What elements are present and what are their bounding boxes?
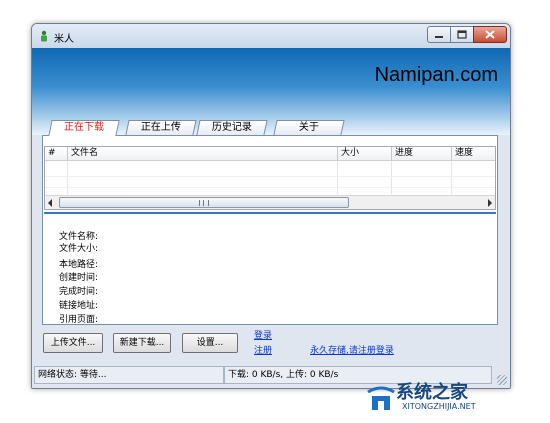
detail-label-filesize: 文件大小: (59, 244, 99, 254)
tab-label: 历史记录 (211, 122, 252, 133)
maximize-icon (457, 30, 467, 39)
grid-line (67, 161, 68, 194)
app-icon (41, 30, 47, 42)
brand-text: Namipan.com (374, 64, 498, 86)
tab-label: 关于 (298, 122, 319, 133)
network-status: 网络状态: 等待... (34, 366, 224, 384)
tab-history[interactable]: 历史记录 (196, 120, 268, 135)
detail-label-link: 链接地址: (59, 301, 99, 311)
register-link[interactable]: 注册 (254, 346, 272, 357)
download-list[interactable]: # 文件名 大小 进度 速度 (44, 146, 496, 210)
column-header-speed[interactable]: 速度 (452, 147, 495, 161)
detail-label-created: 创建时间: (59, 273, 99, 283)
grid-line (337, 161, 338, 194)
watermark-logo-icon (367, 386, 395, 410)
scroll-left-icon[interactable] (48, 199, 52, 207)
main-window: 米人 Namipan.com 正在下载 正在上传 历史记录 关于 # 文件名 大… (31, 23, 511, 389)
grid-line (451, 161, 452, 194)
detail-label-referrer: 引用页面: (59, 315, 99, 325)
close-button[interactable] (473, 26, 507, 43)
grid-line (45, 187, 495, 188)
tab-label: 正在下载 (64, 122, 104, 133)
column-header-filename[interactable]: 文件名 (68, 147, 338, 161)
minimize-icon (435, 36, 443, 38)
detail-label-completed: 完成时间: (59, 287, 99, 297)
grid-line (45, 176, 495, 177)
upload-file-button[interactable]: 上传文件... (43, 333, 103, 353)
tab-panel: # 文件名 大小 进度 速度 文件名称: 文件大小: 本地路径: 创建时间: 完… (42, 135, 498, 325)
column-header-progress[interactable]: 进度 (392, 147, 452, 161)
window-title: 米人 (54, 34, 74, 45)
watermark: 系统之家 XITONGZHIJIA.NET (360, 376, 550, 423)
column-header-size[interactable]: 大小 (338, 147, 392, 161)
title-bar[interactable]: 米人 (32, 24, 510, 48)
detail-label-local-path: 本地路径: (59, 260, 99, 270)
grid-line (391, 161, 392, 194)
tab-uploading[interactable]: 正在上传 (125, 120, 197, 135)
tab-downloading[interactable]: 正在下载 (48, 120, 120, 136)
login-link[interactable]: 登录 (254, 331, 272, 342)
maximize-button[interactable] (450, 26, 474, 43)
watermark-url: XITONGZHIJIA.NET (402, 402, 476, 411)
permanent-storage-link[interactable]: 永久存储,请注册登录 (310, 346, 394, 357)
section-divider (44, 212, 496, 214)
tab-about[interactable]: 关于 (273, 120, 345, 135)
horizontal-scrollbar[interactable] (45, 195, 495, 209)
scroll-right-icon[interactable] (488, 199, 492, 207)
watermark-title: 系统之家 (396, 382, 468, 403)
minimize-button[interactable] (427, 26, 451, 43)
new-download-button[interactable]: 新建下载... (113, 333, 171, 353)
scrollbar-thumb[interactable] (59, 197, 349, 208)
tab-label: 正在上传 (140, 122, 181, 133)
detail-label-filename: 文件名称: (59, 232, 99, 242)
scrollbar-grip-icon (199, 200, 209, 206)
column-header-index[interactable]: # (45, 147, 68, 161)
settings-button[interactable]: 设置... (182, 333, 238, 353)
close-icon (485, 30, 495, 39)
